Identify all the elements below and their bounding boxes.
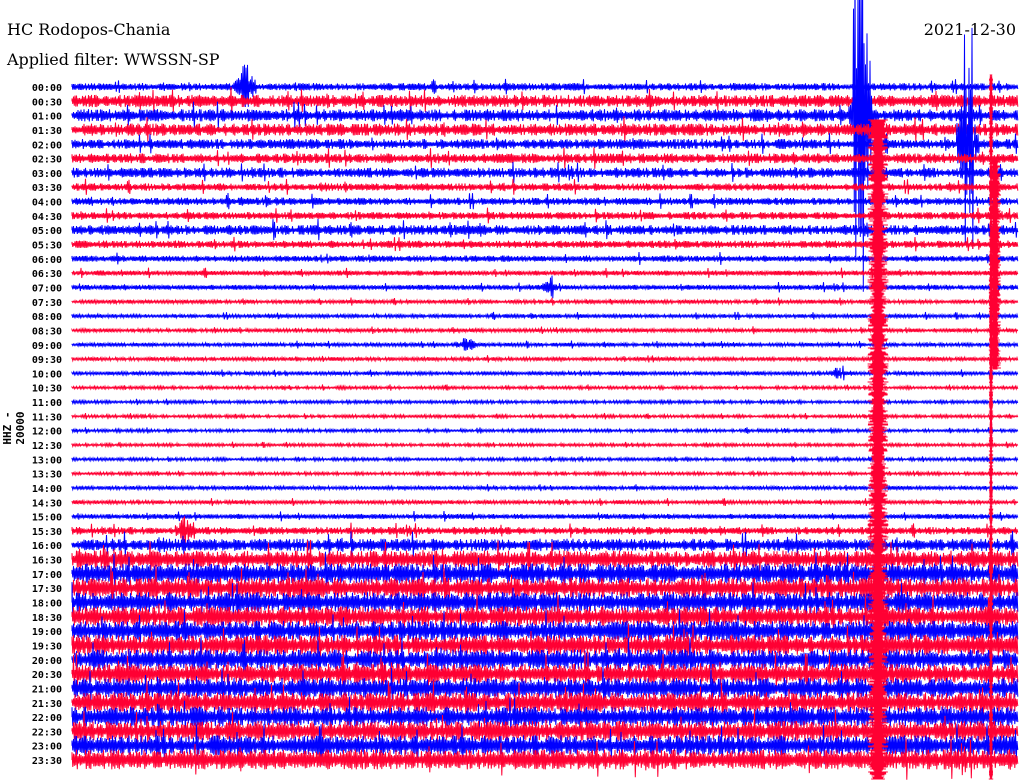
time-tick-label: 12:00 — [32, 427, 62, 438]
time-tick-label: 11:00 — [32, 398, 62, 409]
time-tick-label: 19:30 — [32, 641, 62, 652]
time-tick-label: 11:30 — [32, 412, 62, 423]
time-tick-label: 23:00 — [32, 742, 62, 753]
time-tick-label: 02:30 — [32, 155, 62, 166]
time-tick-label: 20:00 — [32, 656, 62, 667]
time-tick-label: 18:00 — [32, 599, 62, 610]
time-tick-label: 17:00 — [32, 570, 62, 581]
time-tick-label: 09:30 — [32, 355, 62, 366]
time-tick-label: 23:30 — [32, 756, 62, 767]
time-tick-label: 07:00 — [32, 283, 62, 294]
time-tick-label: 08:30 — [32, 326, 62, 337]
time-tick-label: 10:00 — [32, 369, 62, 380]
time-tick-label: 07:30 — [32, 298, 62, 309]
time-tick-label: 16:00 — [32, 541, 62, 552]
time-tick-label: 03:00 — [32, 169, 62, 180]
time-tick-label: 14:00 — [32, 484, 62, 495]
time-tick-label: 00:00 — [32, 83, 62, 94]
time-tick-label: 05:00 — [32, 226, 62, 237]
helicorder-plot: 00:00 00:30 01:00 01:30 02:00 02:30 03:00 03:30… — [32, 0, 1019, 780]
time-tick-label: 10:30 — [32, 384, 62, 395]
time-tick-label: 02:00 — [32, 140, 62, 151]
time-tick-label: 04:30 — [32, 212, 62, 223]
time-tick-label: 14:30 — [32, 498, 62, 509]
time-tick-label: 22:30 — [32, 727, 62, 738]
time-tick-label: 22:00 — [32, 713, 62, 724]
time-tick-label: 01:00 — [32, 112, 62, 123]
time-tick-label: 17:30 — [32, 584, 62, 595]
time-tick-label: 08:00 — [32, 312, 62, 323]
time-tick-label: 20:30 — [32, 670, 62, 681]
time-tick-label: 00:30 — [32, 97, 62, 108]
time-tick-label: 13:30 — [32, 470, 62, 481]
time-tick-label: 06:00 — [32, 255, 62, 266]
time-tick-label: 21:00 — [32, 684, 62, 695]
time-tick-label: 05:30 — [32, 241, 62, 252]
time-tick-label: 15:00 — [32, 513, 62, 524]
time-tick-label: 13:00 — [32, 455, 62, 466]
time-tick-label: 19:00 — [32, 627, 62, 638]
time-tick-label: 16:30 — [32, 556, 62, 567]
time-tick-label: 01:30 — [32, 126, 62, 137]
time-tick-label: 04:00 — [32, 198, 62, 209]
time-tick-label: 21:30 — [32, 699, 62, 710]
time-tick-label: 09:00 — [32, 341, 62, 352]
time-tick-label: 18:30 — [32, 613, 62, 624]
time-tick-label: 15:30 — [32, 527, 62, 538]
time-tick-label: 03:30 — [32, 183, 62, 194]
time-tick-label: 12:30 — [32, 441, 62, 452]
time-tick-label: 06:30 — [32, 269, 62, 280]
